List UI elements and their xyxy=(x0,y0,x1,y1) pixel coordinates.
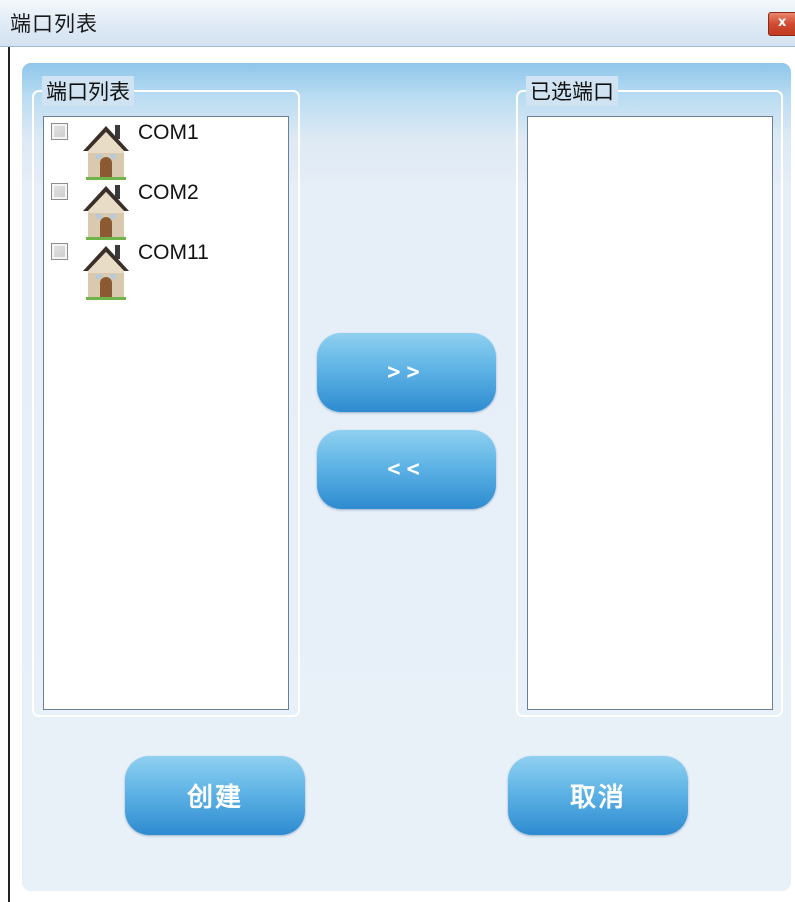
port-list-legend: 端口列表 xyxy=(42,76,134,106)
selected-ports-legend: 已选端口 xyxy=(526,76,618,106)
cancel-button[interactable]: 取消 xyxy=(508,756,688,835)
house-icon xyxy=(83,125,129,180)
window-border xyxy=(8,47,10,902)
port-listbox[interactable]: COM1 COM2 COM11 xyxy=(43,116,289,710)
close-button[interactable]: x xyxy=(768,12,795,36)
window-title: 端口列表 xyxy=(10,12,98,36)
house-icon xyxy=(83,245,129,300)
selected-ports-listbox[interactable] xyxy=(527,116,773,710)
dialog-panel: 端口列表 COM1 COM2 COM11 >> << 已选端口 创建 取消 xyxy=(22,63,791,891)
close-icon: x xyxy=(778,15,787,30)
list-item-com2[interactable]: COM2 xyxy=(51,181,281,243)
selected-ports-group: 已选端口 xyxy=(516,76,783,717)
checkbox-com11[interactable] xyxy=(51,243,68,260)
title-bar: 端口列表 x xyxy=(0,0,795,47)
add-selected-button[interactable]: >> xyxy=(317,333,496,412)
list-item-label: COM1 xyxy=(138,121,199,144)
port-list-group: 端口列表 COM1 COM2 COM11 xyxy=(32,76,300,717)
remove-selected-button[interactable]: << xyxy=(317,430,496,509)
checkbox-com1[interactable] xyxy=(51,123,68,140)
create-button[interactable]: 创建 xyxy=(125,756,305,835)
list-item-com11[interactable]: COM11 xyxy=(51,241,281,303)
list-item-com1[interactable]: COM1 xyxy=(51,121,281,183)
list-item-label: COM11 xyxy=(138,241,209,264)
checkbox-com2[interactable] xyxy=(51,183,68,200)
house-icon xyxy=(83,185,129,240)
list-item-label: COM2 xyxy=(138,181,199,204)
